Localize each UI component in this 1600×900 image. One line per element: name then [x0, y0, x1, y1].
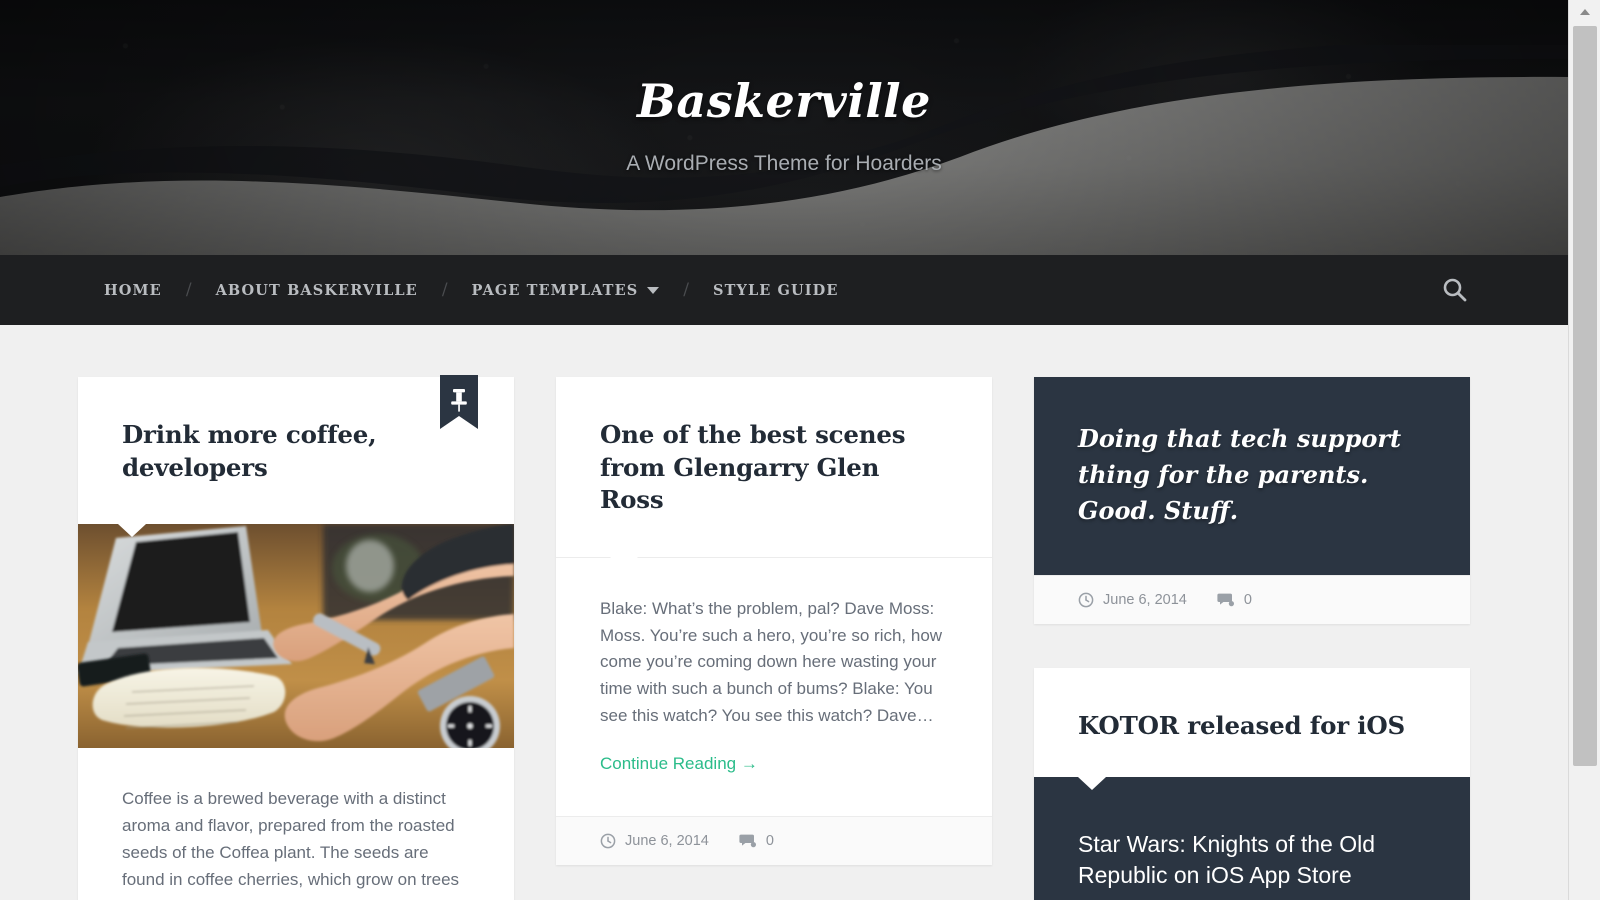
- scrollbar-up-arrow-icon[interactable]: [1569, 0, 1600, 22]
- nav-separator: /: [185, 280, 192, 300]
- post-excerpt-area-glengarry: Blake: What’s the problem, pal? Dave Mos…: [556, 558, 992, 816]
- clock-icon: [1078, 592, 1094, 608]
- post-title-area-glengarry: One of the best scenes from Glengarry Gl…: [556, 377, 992, 557]
- clock-icon: [600, 833, 616, 849]
- post-title-divider: [556, 556, 992, 570]
- link-post-text[interactable]: Star Wars: Knights of the Old Republic o…: [1078, 829, 1426, 892]
- nav-link-style-guide[interactable]: STYLE GUIDE: [713, 282, 838, 299]
- nav-item-home[interactable]: HOME: [104, 282, 162, 299]
- search-icon-glyph: [1443, 278, 1467, 302]
- post-date-label: June 6, 2014: [625, 833, 709, 850]
- nav-separator: /: [441, 280, 448, 300]
- primary-navigation: HOME / ABOUT BASKERVILLE / PAGE TEMPLATE…: [0, 255, 1568, 325]
- sticky-post-ribbon: [440, 375, 478, 429]
- featured-image-notch: [118, 524, 146, 538]
- browser-viewport: Baskerville A WordPress Theme for Hoarde…: [0, 0, 1568, 900]
- post-card-quote[interactable]: Doing that tech support thing for the pa…: [1034, 377, 1470, 624]
- nav-link-about-baskerville[interactable]: ABOUT BASKERVILLE: [216, 282, 418, 299]
- comment-bubble-icon: [1217, 593, 1234, 607]
- post-date-glengarry[interactable]: June 6, 2014: [600, 833, 709, 849]
- post-meta-quote: June 6, 2014 0: [1034, 575, 1470, 624]
- grid-column-3: Doing that tech support thing for the pa…: [1034, 377, 1470, 900]
- nav-item-about-baskerville[interactable]: ABOUT BASKERVILLE: [216, 282, 418, 299]
- post-title-glengarry[interactable]: One of the best scenes from Glengarry Gl…: [600, 419, 948, 517]
- post-title-coffee[interactable]: Drink more coffee, developers: [122, 419, 470, 484]
- post-grid: Drink more coffee, developers Coffee is …: [78, 375, 1490, 900]
- post-comment-count: 0: [1243, 592, 1252, 608]
- vertical-scrollbar[interactable]: [1568, 0, 1600, 900]
- post-meta-glengarry: June 6, 2014 0: [556, 816, 992, 866]
- post-card-coffee[interactable]: Drink more coffee, developers Coffee is …: [78, 375, 514, 900]
- link-post-body: Star Wars: Knights of the Old Republic o…: [1034, 776, 1470, 900]
- post-excerpt-glengarry: Blake: What’s the problem, pal? Dave Mos…: [600, 598, 943, 726]
- post-date-label: June 6, 2014: [1103, 592, 1187, 608]
- site-header: Baskerville A WordPress Theme for Hoarde…: [0, 0, 1568, 255]
- scrollbar-thumb[interactable]: [1573, 26, 1597, 766]
- nav-item-style-guide[interactable]: STYLE GUIDE: [713, 282, 838, 299]
- post-card-glengarry[interactable]: One of the best scenes from Glengarry Gl…: [556, 377, 992, 866]
- post-title-area-kotor: KOTOR released for iOS: [1034, 668, 1470, 777]
- continue-reading-link[interactable]: Continue Reading →: [600, 754, 758, 774]
- chevron-down-icon[interactable]: [647, 286, 660, 294]
- post-excerpt-area-coffee: Coffee is a brewed beverage with a disti…: [78, 748, 514, 900]
- comment-bubble-icon: [739, 834, 756, 848]
- featured-image-photo: [78, 524, 514, 749]
- post-comments-glengarry[interactable]: 0: [739, 833, 774, 849]
- nav-item-page-templates[interactable]: PAGE TEMPLATES: [472, 282, 660, 299]
- post-comments-quote[interactable]: 0: [1217, 592, 1252, 608]
- grid-column-1: Drink more coffee, developers Coffee is …: [78, 375, 514, 900]
- search-icon[interactable]: [1440, 275, 1470, 305]
- nav-separator: /: [683, 280, 690, 300]
- featured-image-coffee[interactable]: [78, 524, 514, 749]
- pushpin-icon: [451, 389, 467, 412]
- site-title[interactable]: Baskerville: [0, 76, 1568, 127]
- post-date-quote[interactable]: June 6, 2014: [1078, 592, 1187, 608]
- site-description: A WordPress Theme for Hoarders: [626, 151, 942, 175]
- link-post-notch: [1078, 776, 1106, 790]
- post-card-kotor[interactable]: KOTOR released for iOS Star Wars: Knight…: [1034, 668, 1470, 900]
- post-excerpt-coffee: Coffee is a brewed beverage with a disti…: [122, 789, 460, 889]
- quote-body: Doing that tech support thing for the pa…: [1034, 377, 1470, 575]
- nav-link-home[interactable]: HOME: [104, 282, 162, 299]
- grid-column-2: One of the best scenes from Glengarry Gl…: [556, 377, 992, 900]
- nav-list: HOME / ABOUT BASKERVILLE / PAGE TEMPLATE…: [0, 280, 838, 300]
- nav-link-page-templates[interactable]: PAGE TEMPLATES: [472, 282, 639, 299]
- post-comment-count: 0: [765, 833, 774, 850]
- post-title-kotor[interactable]: KOTOR released for iOS: [1078, 710, 1426, 743]
- content-area: Drink more coffee, developers Coffee is …: [0, 325, 1568, 900]
- quote-text[interactable]: Doing that tech support thing for the pa…: [1078, 421, 1426, 529]
